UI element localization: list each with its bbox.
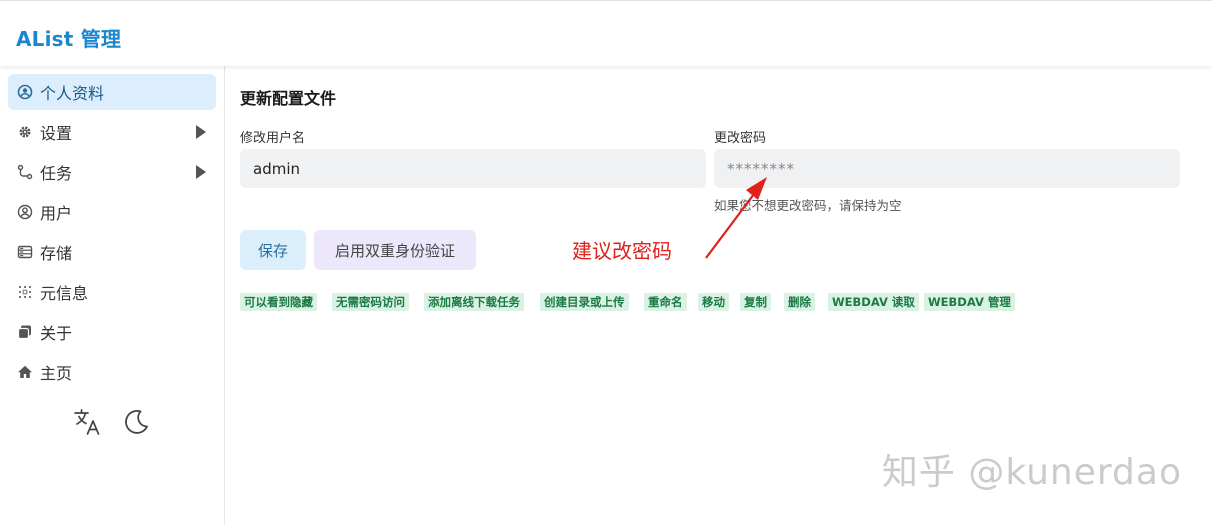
sidebar-item-settings[interactable]: 设置 (8, 114, 216, 150)
about-icon (17, 324, 33, 340)
meta-icon (17, 284, 33, 300)
profile-icon (17, 84, 33, 100)
annotation-text: 建议改密码 (572, 239, 672, 263)
app-title[interactable]: AList 管理 (16, 23, 121, 52)
permission-badge: 可以看到隐藏 (240, 293, 317, 311)
sidebar-item-label: 元信息 (40, 284, 89, 303)
sidebar-item-meta[interactable]: 元信息 (8, 274, 216, 310)
sidebar-item-label: 个人资料 (40, 84, 105, 103)
permission-badge: 创建目录或上传 (540, 293, 629, 311)
sidebar-item-storage[interactable]: 存储 (8, 234, 216, 270)
sidebar-item-profile[interactable]: 个人资料 (8, 74, 216, 110)
username-input[interactable] (240, 149, 706, 188)
password-input[interactable] (714, 149, 1180, 188)
annotation-arrow-icon (705, 177, 767, 259)
top-bar: AList 管理 (0, 0, 1212, 66)
translate-icon[interactable] (72, 406, 104, 438)
sidebar-item-tasks[interactable]: 任务 (8, 154, 216, 190)
password-label: 更改密码 (714, 131, 767, 146)
chevron-right-icon[interactable] (196, 125, 206, 139)
permission-badge: 复制 (740, 293, 771, 311)
save-button[interactable]: 保存 (240, 230, 306, 270)
permission-badge: WEBDAV 管理 (924, 293, 1015, 311)
storage-icon (17, 244, 33, 260)
sidebar-item-home[interactable]: 主页 (8, 354, 216, 390)
sidebar-item-label: 关于 (40, 324, 73, 343)
moon-icon[interactable] (120, 406, 152, 438)
tasks-icon (17, 164, 33, 180)
enable-2fa-button[interactable]: 启用双重身份验证 (314, 230, 476, 270)
watermark: 知乎 @kunerdao (881, 452, 1182, 493)
permission-badge: 添加离线下载任务 (424, 293, 524, 311)
permission-badge: 无需密码访问 (332, 293, 409, 311)
sidebar-item-label: 主页 (40, 364, 73, 383)
sidebar-item-label: 用户 (40, 204, 73, 223)
sidebar-item-label: 任务 (40, 164, 73, 183)
home-icon (17, 364, 33, 380)
user-icon (17, 204, 33, 220)
permission-badge: 删除 (784, 293, 815, 311)
username-label: 修改用户名 (240, 131, 306, 146)
section-title: 更新配置文件 (240, 89, 337, 108)
sidebar-tools (72, 406, 162, 438)
gear-icon (17, 124, 33, 140)
sidebar-item-about[interactable]: 关于 (8, 314, 216, 350)
sidebar-item-label: 设置 (40, 124, 73, 143)
permission-badge: 重命名 (644, 293, 687, 311)
permission-badge: 移动 (698, 293, 729, 311)
permission-badge: WEBDAV 读取 (828, 293, 919, 311)
sidebar-item-label: 存储 (40, 244, 73, 263)
sidebar: 个人资料 设置 任务 用户 存储 元信息 关于 主页 (0, 66, 225, 525)
sidebar-item-users[interactable]: 用户 (8, 194, 216, 230)
chevron-right-icon[interactable] (196, 165, 206, 179)
